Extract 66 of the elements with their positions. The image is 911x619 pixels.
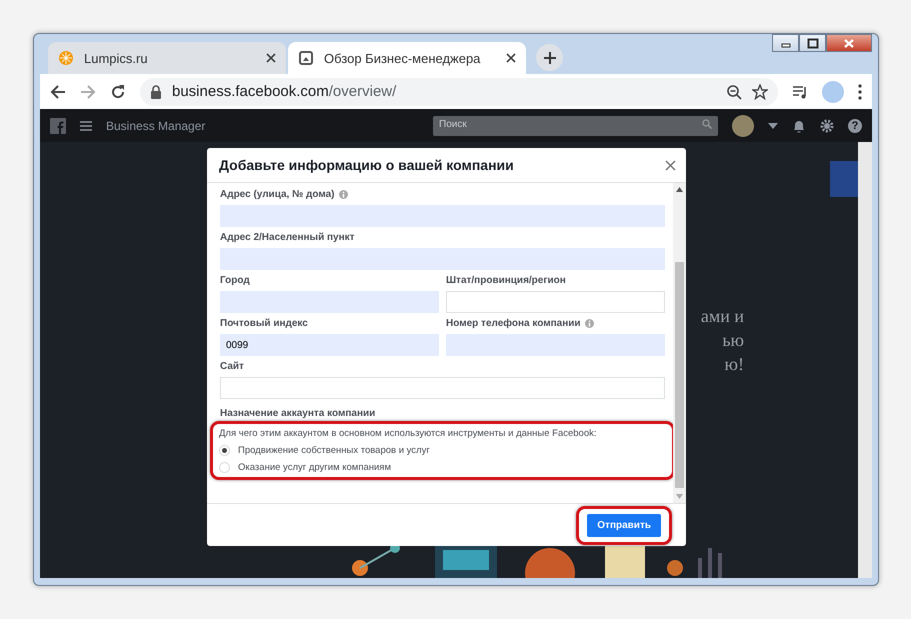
section-heading: Назначение аккаунта компании xyxy=(220,408,376,419)
side-panel xyxy=(830,161,858,197)
close-icon[interactable] xyxy=(506,53,516,63)
gear-icon[interactable] xyxy=(820,118,834,132)
site-logo-icon xyxy=(58,50,74,66)
input-field[interactable]: 0099 xyxy=(220,334,439,356)
input-field[interactable] xyxy=(220,377,665,399)
reload-icon[interactable] xyxy=(110,84,126,100)
help-button[interactable]: ? xyxy=(848,118,862,132)
info-icon xyxy=(338,190,348,199)
search-field[interactable]: Поиск xyxy=(433,116,718,136)
field-label: Номер телефона компании xyxy=(446,318,581,329)
submit-button[interactable]: Отправить xyxy=(587,514,661,536)
input-field[interactable] xyxy=(220,205,665,227)
scrollbar[interactable] xyxy=(858,142,872,578)
close-button[interactable] xyxy=(826,34,872,52)
url-text[interactable]: business.facebook.com/overview/ xyxy=(172,83,396,100)
radio-option[interactable]: Продвижение собственных товаров и услуг xyxy=(219,445,666,456)
app-title: Business Manager xyxy=(106,118,206,132)
scrollbar-thumb[interactable] xyxy=(675,262,684,488)
avatar[interactable] xyxy=(732,114,754,136)
bell-icon[interactable] xyxy=(792,118,806,132)
lock-icon xyxy=(150,84,162,98)
info-icon xyxy=(584,319,594,328)
back-icon[interactable] xyxy=(50,84,66,100)
close-icon[interactable] xyxy=(266,53,276,63)
down-arrow-icon xyxy=(676,494,683,499)
address-bar[interactable]: business.facebook.com/overview/ xyxy=(140,78,778,106)
field-label: Адрес 2/Населенный пункт xyxy=(220,232,355,243)
field-label: Город xyxy=(220,275,250,286)
input-field[interactable] xyxy=(446,291,665,313)
input-field[interactable] xyxy=(446,334,665,356)
maximize-button[interactable] xyxy=(799,34,826,52)
field-label: Почтовый индекс xyxy=(220,318,308,329)
input-field[interactable] xyxy=(220,248,665,270)
up-arrow-icon xyxy=(676,187,683,192)
media-icon[interactable] xyxy=(792,84,808,100)
background-text: ью xyxy=(721,329,744,352)
star-icon[interactable] xyxy=(752,84,768,100)
dialog-title: Добавьте информацию о вашей компании xyxy=(219,157,514,173)
question-text: Для чего этим аккаунтом в основном используются инструменты и данные Facebook: xyxy=(219,428,598,439)
radio-option[interactable]: Оказание услуг другим компаниям xyxy=(219,462,666,473)
close-icon[interactable] xyxy=(665,160,676,170)
scrollbar[interactable] xyxy=(673,183,686,503)
caret-icon[interactable] xyxy=(768,122,778,128)
field-label: Адрес (улица, № дома) xyxy=(220,189,335,200)
radio-button[interactable] xyxy=(219,462,230,473)
maximize-icon xyxy=(806,38,818,48)
browser-tab[interactable]: Lumpics.ru xyxy=(48,42,286,74)
background-text: ю! xyxy=(724,353,744,376)
minimize-button[interactable] xyxy=(772,34,799,52)
radio-button[interactable] xyxy=(219,445,230,456)
field-label: Штат/провинция/регион xyxy=(446,275,566,286)
browser-tab[interactable]: Обзор Бизнес-менеджера xyxy=(288,42,526,74)
more-menu-icon[interactable] xyxy=(858,84,862,100)
search-icon xyxy=(702,118,712,128)
menu-icon[interactable] xyxy=(80,120,92,130)
input-field[interactable] xyxy=(220,291,439,313)
background-text: ами и xyxy=(700,305,744,328)
page-icon xyxy=(298,50,314,66)
facebook-logo-icon[interactable] xyxy=(50,118,66,134)
zoom-out-icon[interactable] xyxy=(726,84,742,100)
new-tab-button[interactable] xyxy=(536,44,563,71)
field-label: Сайт xyxy=(220,361,244,372)
plus-icon xyxy=(544,52,556,64)
close-icon xyxy=(843,38,855,48)
